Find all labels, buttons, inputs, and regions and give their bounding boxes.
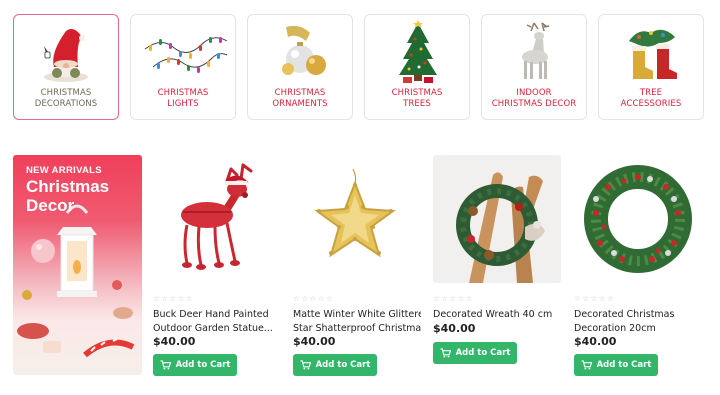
- star-icon: ☆: [441, 294, 448, 303]
- category-label-line1: INDOOR: [516, 88, 552, 98]
- category-label-line1: CHRISTMAS: [157, 88, 209, 98]
- banner-tag: NEW ARRIVALS: [26, 165, 102, 176]
- stocking-boot-icon: [599, 19, 703, 85]
- banner-title: Christmas: [26, 177, 110, 196]
- product-name-line1: Decorated Christmas: [574, 309, 675, 320]
- star-icon: ☆: [606, 294, 614, 303]
- cart-icon: [581, 360, 592, 370]
- category-label-line1: CHRISTMAS: [274, 88, 326, 98]
- category-label-line1: CHRISTMAS: [40, 88, 92, 98]
- star-icon: ☆: [177, 294, 185, 303]
- reindeer-icon: [482, 19, 586, 85]
- rating-stars: ☆ ☆ ☆ ☆ ☆: [153, 294, 193, 304]
- star-icon: ☆: [293, 294, 300, 303]
- star-icon: ☆: [465, 294, 473, 303]
- add-to-cart-button[interactable]: Add to Cart: [574, 354, 658, 376]
- category-row: CHRISTMAS DECORATIONS CHRISTMAS LIGHTS C…: [13, 14, 718, 120]
- category-label-line2: DECORATIONS: [34, 99, 98, 109]
- add-to-cart-button[interactable]: Add to Cart: [433, 342, 517, 364]
- product-price: $40.00: [433, 322, 476, 335]
- star-icon: ☆: [185, 294, 193, 303]
- product-price: $40.00: [153, 335, 196, 348]
- gold-star-icon[interactable]: [293, 155, 421, 283]
- product-name-line1: Matte Winter White Glittered: [293, 309, 421, 320]
- category-tree-accessories[interactable]: TREE ACCESSORIES: [598, 14, 704, 120]
- star-icon: ☆: [574, 294, 581, 303]
- banner-title-2: Decor: [26, 196, 75, 215]
- product-name[interactable]: Decorated Wreath 40 cm: [433, 308, 561, 322]
- category-label-line2: LIGHTS: [167, 99, 199, 109]
- star-icon: ☆: [325, 294, 333, 303]
- add-to-cart-button[interactable]: Add to Cart: [153, 354, 237, 376]
- product-price: $40.00: [293, 335, 336, 348]
- product-name-line1: Decorated Wreath 40 cm: [433, 309, 553, 320]
- rating-stars: ☆ ☆ ☆ ☆ ☆: [433, 294, 473, 304]
- add-to-cart-label: Add to Cart: [596, 360, 652, 370]
- gnome-icon: [14, 19, 118, 85]
- add-to-cart-label: Add to Cart: [315, 360, 371, 370]
- cart-icon: [300, 360, 311, 370]
- christmas-tree-icon: [365, 19, 469, 85]
- rating-stars: ☆ ☆ ☆ ☆ ☆: [293, 294, 333, 304]
- product-name[interactable]: Decorated Christmas Decoration 20cm: [574, 308, 702, 336]
- category-label-line2: CHRISTMAS DECOR: [491, 99, 577, 109]
- star-icon: ☆: [309, 294, 317, 303]
- rating-stars: ☆ ☆ ☆ ☆ ☆: [574, 294, 614, 304]
- star-icon: ☆: [161, 294, 168, 303]
- category-christmas-ornaments[interactable]: CHRISTMAS ORNAMENTS: [247, 14, 353, 120]
- category-label-line2: TREES: [403, 99, 431, 109]
- star-icon: ☆: [582, 294, 589, 303]
- berry-wreath-icon[interactable]: [574, 155, 702, 283]
- category-label-line1: CHRISTMAS: [391, 88, 443, 98]
- cart-icon: [160, 360, 171, 370]
- star-icon: ☆: [598, 294, 606, 303]
- product-name-line1: Buck Deer Hand Painted: [153, 309, 269, 320]
- category-indoor-christmas-decor[interactable]: INDOOR CHRISTMAS DECOR: [481, 14, 587, 120]
- product-name-line2: Star Shatterproof Christmas...: [293, 323, 421, 334]
- star-icon: ☆: [449, 294, 457, 303]
- star-icon: ☆: [317, 294, 325, 303]
- category-label-line2: ACCESSORIES: [620, 99, 682, 109]
- star-icon: ☆: [433, 294, 440, 303]
- add-to-cart-label: Add to Cart: [455, 348, 511, 358]
- product-name-line2: Outdoor Garden Statue...: [153, 323, 273, 334]
- product-name[interactable]: Matte Winter White Glittered Star Shatte…: [293, 308, 421, 336]
- star-icon: ☆: [301, 294, 308, 303]
- star-icon: ☆: [457, 294, 465, 303]
- new-arrivals-banner[interactable]: NEW ARRIVALS Christmas Decor: [13, 155, 142, 375]
- category-christmas-lights[interactable]: CHRISTMAS LIGHTS: [130, 14, 236, 120]
- ornament-balls-icon: [248, 19, 352, 85]
- category-label-line2: ORNAMENTS: [272, 99, 328, 109]
- red-moose-icon[interactable]: [153, 155, 281, 283]
- product-name[interactable]: Buck Deer Hand Painted Outdoor Garden St…: [153, 308, 281, 336]
- category-christmas-trees[interactable]: CHRISTMAS TREES: [364, 14, 470, 120]
- product-name-line2: Decoration 20cm: [574, 323, 656, 334]
- category-christmas-decorations[interactable]: CHRISTMAS DECORATIONS: [13, 14, 119, 120]
- star-icon: ☆: [590, 294, 598, 303]
- wreath-icon[interactable]: [433, 155, 561, 283]
- star-icon: ☆: [153, 294, 160, 303]
- category-label-line1: TREE: [639, 88, 663, 98]
- add-to-cart-button[interactable]: Add to Cart: [293, 354, 377, 376]
- star-icon: ☆: [169, 294, 177, 303]
- add-to-cart-label: Add to Cart: [175, 360, 231, 370]
- product-price: $40.00: [574, 335, 617, 348]
- string-lights-icon: [131, 19, 235, 85]
- cart-icon: [440, 348, 451, 358]
